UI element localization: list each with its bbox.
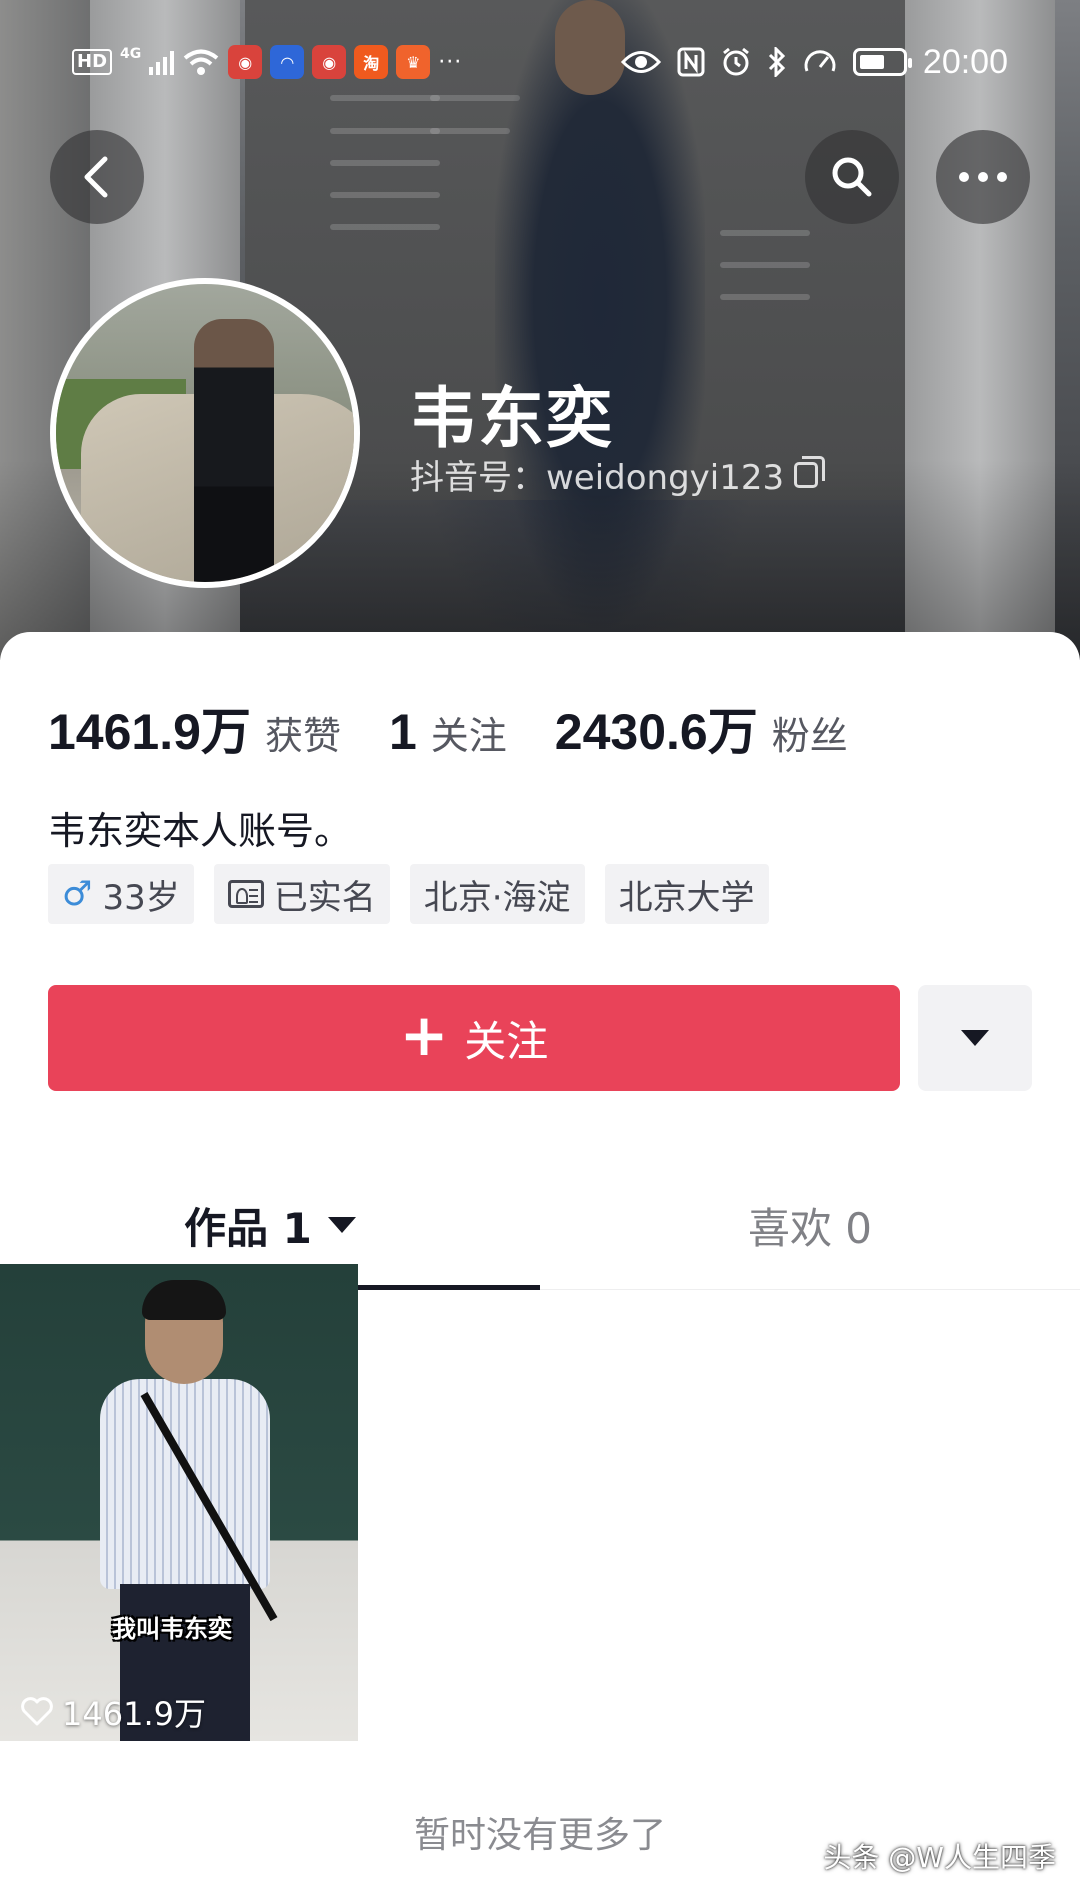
app-notification-icon: ♛ (396, 45, 431, 79)
profile-nickname: 韦东奕 (410, 380, 614, 457)
douyin-id-row[interactable]: 抖音号：weidongyi123 (410, 450, 826, 499)
back-icon (84, 156, 108, 198)
more-notifications-icon: ··· (438, 49, 463, 75)
stat-followers[interactable]: 2430.6万 粉丝 (555, 692, 848, 764)
follow-button-label: 关注 (464, 1016, 549, 1066)
id-card-icon (227, 880, 264, 908)
plaque-text (330, 192, 440, 198)
tag-verified-label: 已实名 (273, 877, 376, 918)
profile-card: 1461.9万 获赞 1 关注 2430.6万 粉丝 韦东奕本人账号。 ♂ 33… (0, 632, 1080, 1894)
plaque-text (330, 128, 440, 134)
copy-icon[interactable] (794, 455, 826, 488)
search-button[interactable] (805, 130, 899, 224)
wifi-icon (183, 49, 219, 75)
heart-icon (21, 1697, 53, 1726)
taobao-notification-icon: 淘 (354, 45, 389, 79)
stat-likes-value: 1461.9万 (48, 704, 251, 760)
plaque-text (720, 230, 810, 236)
more-icon (959, 172, 1007, 182)
plaque-text (330, 95, 440, 101)
signal-icon (149, 49, 175, 75)
status-bar-left: HD 4G ◉ ◠ ◉ 淘 ♛ ··· (72, 40, 462, 84)
bluetooth-icon (768, 47, 786, 77)
recommend-dropdown-button[interactable] (918, 985, 1032, 1091)
back-button[interactable] (50, 130, 144, 224)
stat-following-value: 1 (388, 704, 417, 760)
alarm-icon (722, 47, 749, 76)
clock: 20:00 (922, 42, 1008, 81)
avatar[interactable] (50, 278, 360, 588)
watermark: 头条 @W人生四季 (823, 1841, 1056, 1874)
chevron-down-icon (961, 1030, 989, 1046)
stat-followers-value: 2430.6万 (554, 704, 758, 760)
stat-likes[interactable]: 1461.9万 获赞 (48, 692, 341, 764)
plaque-text (720, 262, 810, 268)
chevron-down-icon (327, 1217, 356, 1233)
video-caption: 我叫韦东奕 (112, 1615, 232, 1643)
nfc-icon (677, 47, 705, 77)
male-icon: ♂ (62, 874, 93, 914)
battery-icon (852, 48, 912, 76)
tab-likes-label: 喜欢 0 (747, 1203, 873, 1253)
tag-school-label: 北京大学 (618, 877, 755, 918)
plaque-text (330, 160, 440, 166)
profile-tags: ♂ 33岁 已实名 北京·海淀 北京大学 (48, 864, 769, 924)
stat-following-label: 关注 (430, 714, 507, 758)
status-bar: HD 4G ◉ ◠ ◉ 淘 ♛ ··· 20:00 (0, 40, 1080, 84)
app-notification-icon: ◠ (270, 45, 305, 79)
plus-icon: + (399, 1001, 449, 1069)
profile-stats: 1461.9万 获赞 1 关注 2430.6万 粉丝 (48, 692, 896, 764)
status-bar-right: 20:00 (620, 40, 1008, 84)
follow-button[interactable]: + 关注 (48, 985, 900, 1091)
eye-icon (620, 51, 661, 73)
tag-age[interactable]: ♂ 33岁 (48, 864, 194, 924)
network-type: 4G (120, 46, 142, 62)
video-thumbnail[interactable]: 我叫韦东奕 1461.9万 (0, 1264, 358, 1741)
tag-age-label: 33岁 (102, 877, 180, 918)
tag-verified[interactable]: 已实名 (213, 864, 390, 924)
profile-bio: 韦东奕本人账号。 (48, 809, 353, 853)
tag-location-label: 北京·海淀 (423, 877, 571, 918)
tag-school[interactable]: 北京大学 (604, 864, 769, 924)
video-like-count-value: 1461.9万 (62, 1695, 206, 1733)
more-options-button[interactable] (936, 130, 1030, 224)
app-notification-icon: ◉ (228, 45, 263, 79)
video-like-count: 1461.9万 (20, 1689, 206, 1735)
plaque-text (720, 294, 810, 300)
stat-likes-label: 获赞 (264, 714, 341, 758)
tag-location[interactable]: 北京·海淀 (409, 864, 585, 924)
tab-likes[interactable]: 喜欢 0 (540, 1160, 1080, 1290)
tab-works-label: 作品 1 (184, 1203, 312, 1253)
app-notification-icon: ◉ (312, 45, 347, 79)
plaque-text (330, 224, 440, 230)
douyin-id: 抖音号：weidongyi123 (410, 458, 785, 498)
speed-icon (804, 50, 836, 72)
search-icon (832, 157, 872, 197)
stat-followers-label: 粉丝 (771, 714, 848, 758)
stat-following[interactable]: 1 关注 (389, 703, 507, 761)
hd-indicator: HD (72, 49, 113, 75)
